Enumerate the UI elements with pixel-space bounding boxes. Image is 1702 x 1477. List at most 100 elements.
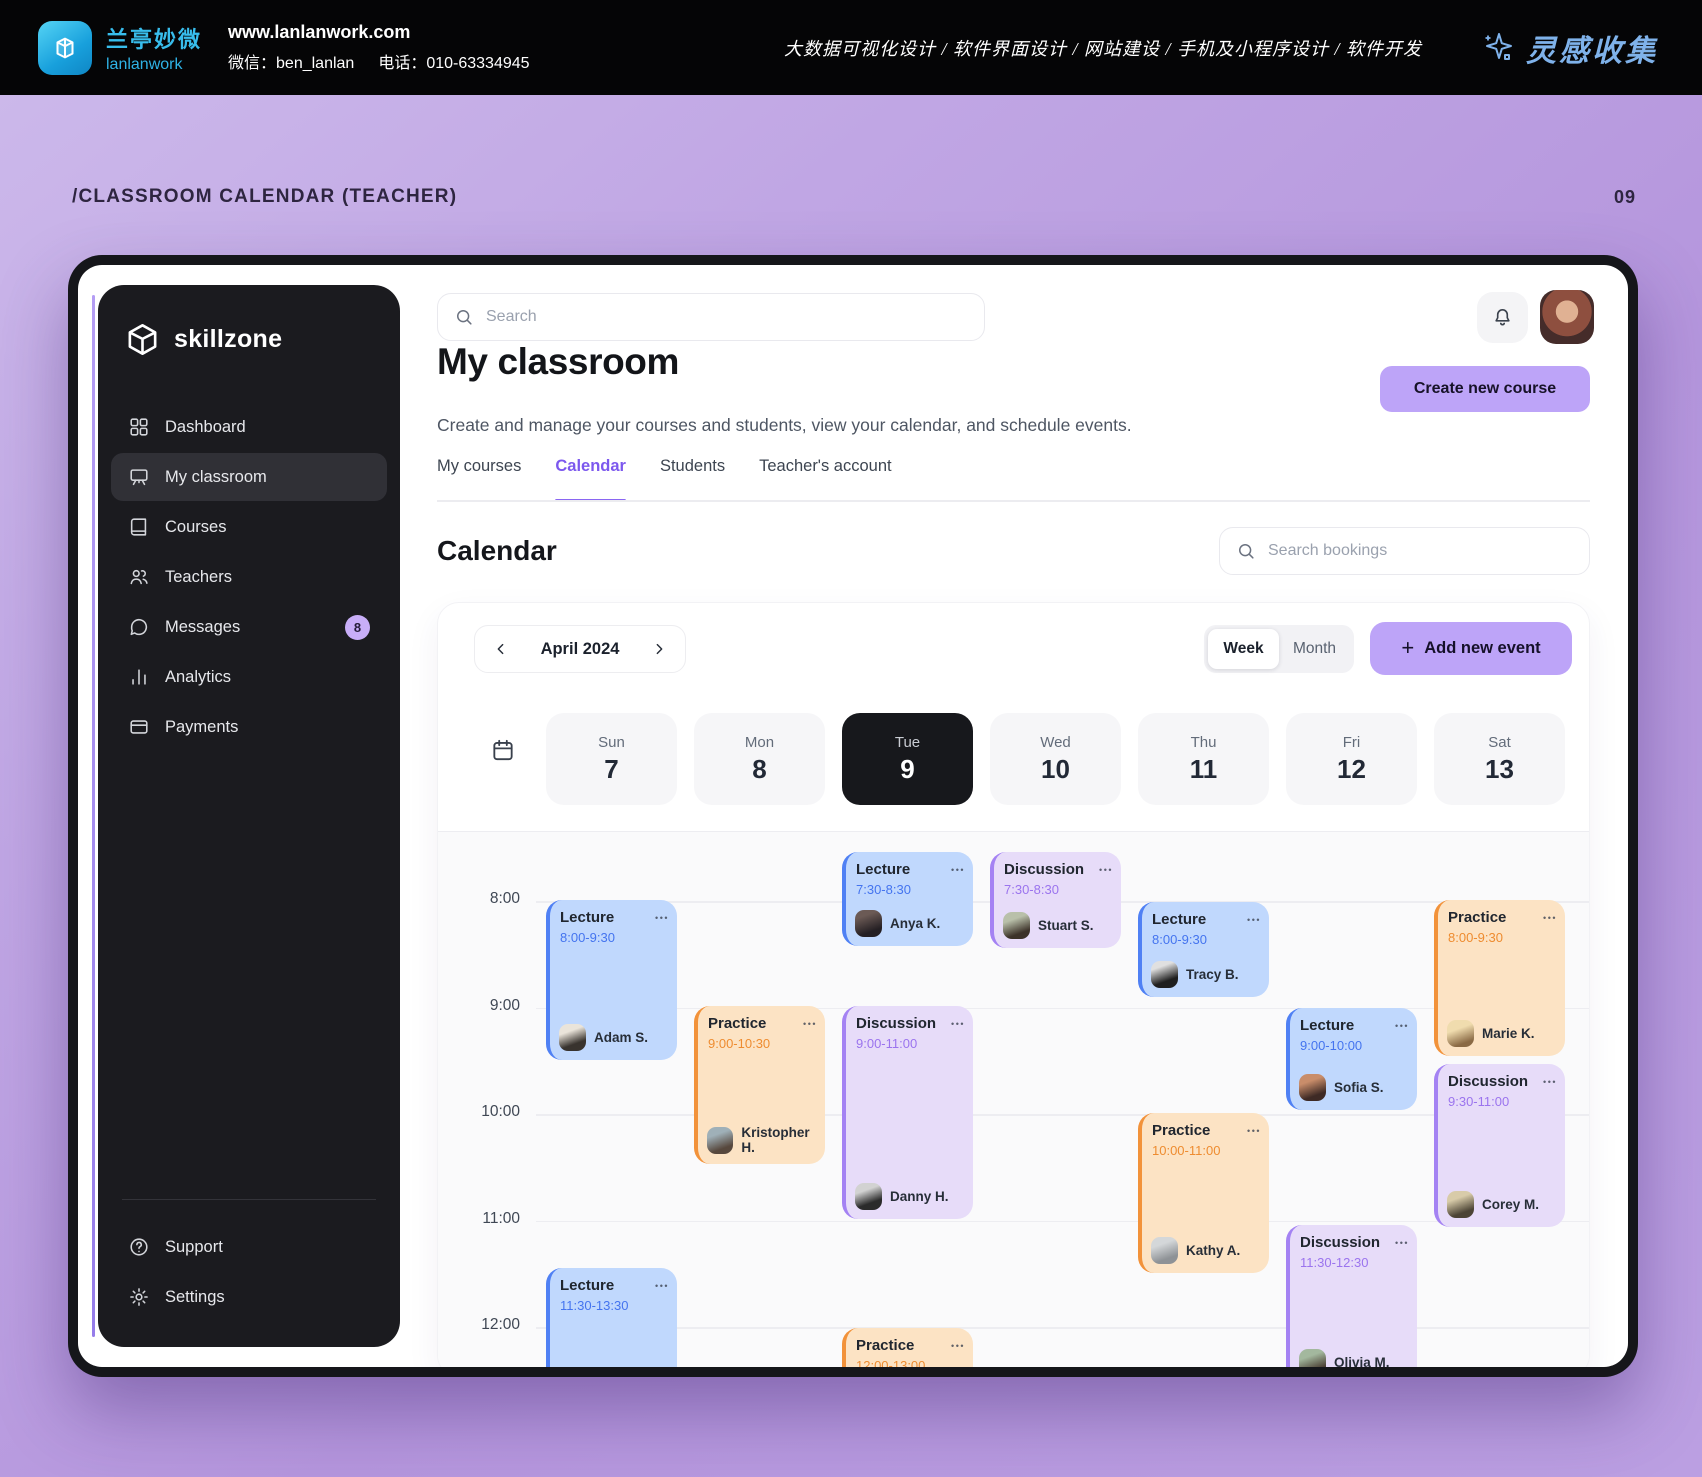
attendee-avatar <box>1151 961 1178 988</box>
sidebar-footer: Support Settings <box>111 1223 387 1321</box>
calendar-heading: Calendar <box>437 535 557 566</box>
discussion-event-sat-9-30-11-00[interactable]: Discussion ••• 9:30-11:00 Corey M. <box>1434 1064 1565 1227</box>
event-menu-icon[interactable]: ••• <box>1395 1238 1409 1248</box>
payments-icon <box>128 716 150 738</box>
tab-my-courses[interactable]: My courses <box>437 457 521 482</box>
create-new-course-button[interactable]: Create new course <box>1380 366 1590 412</box>
event-attendee: Sofia S. <box>1299 1074 1384 1101</box>
event-time: 7:30-8:30 <box>1004 882 1059 897</box>
sidebar-item-support[interactable]: Support <box>111 1223 387 1271</box>
notifications-button[interactable] <box>1477 292 1528 343</box>
tab-students[interactable]: Students <box>660 457 725 482</box>
discussion-event-tue-9-00-11-00[interactable]: Discussion ••• 9:00-11:00 Danny H. <box>842 1006 973 1219</box>
event-attendee: Kristopher H. <box>707 1125 825 1155</box>
sidebar-item-label: Support <box>165 1237 223 1256</box>
event-time: 9:30-11:00 <box>1448 1094 1510 1109</box>
sidebar-item-payments[interactable]: Payments <box>111 703 387 751</box>
event-time: 11:30-12:30 <box>1300 1255 1369 1270</box>
event-title: Discussion <box>1004 861 1085 878</box>
classroom-icon <box>128 466 150 488</box>
sidebar-item-analytics[interactable]: Analytics <box>111 653 387 701</box>
sidebar-nav: Dashboard My classroom Courses Teachers Mess… <box>111 403 387 751</box>
event-attendee: Olivia M. <box>1299 1349 1390 1367</box>
event-title: Practice <box>1152 1122 1211 1139</box>
bookings-search-input[interactable] <box>1268 542 1573 560</box>
search-input[interactable] <box>486 308 968 326</box>
event-menu-icon[interactable]: ••• <box>1247 915 1261 925</box>
sidebar-item-dashboard[interactable]: Dashboard <box>111 403 387 451</box>
event-attendee: Corey M. <box>1447 1191 1539 1218</box>
attendee-name: Danny H. <box>890 1189 949 1204</box>
sidebar-item-label: Courses <box>165 517 227 536</box>
tabs-divider <box>437 500 1590 502</box>
event-menu-icon[interactable]: ••• <box>1247 1126 1261 1136</box>
search-icon <box>1239 544 1254 559</box>
attendee-avatar <box>855 910 882 937</box>
attendee-name: Adam S. <box>594 1030 649 1045</box>
lecture-event-sun-11-30-13-30[interactable]: Lecture ••• 11:30-13:30 <box>546 1268 677 1367</box>
attendee-avatar <box>559 1024 586 1051</box>
practice-event-thu-10-00-11-00[interactable]: Practice ••• 10:00-11:00 Kathy A. <box>1138 1113 1269 1273</box>
courses-icon <box>128 516 150 538</box>
event-menu-icon[interactable]: ••• <box>655 1281 669 1291</box>
user-avatar[interactable] <box>1540 290 1594 344</box>
sidebar-item-settings[interactable]: Settings <box>111 1273 387 1321</box>
bell-icon <box>1495 309 1510 326</box>
event-title: Discussion <box>856 1015 937 1032</box>
attendee-avatar <box>1299 1074 1326 1101</box>
search-icon <box>457 310 472 325</box>
event-menu-icon[interactable]: ••• <box>1395 1021 1409 1031</box>
event-menu-icon[interactable]: ••• <box>951 865 965 875</box>
event-title: Discussion <box>1300 1234 1381 1251</box>
sidebar-divider <box>122 1199 376 1200</box>
sidebar-item-messages[interactable]: Messages 8 <box>111 603 387 651</box>
attendee-name: Kathy A. <box>1186 1243 1241 1258</box>
sidebar-item-courses[interactable]: Courses <box>111 503 387 551</box>
settings-icon <box>128 1286 150 1308</box>
sidebar-item-my-classroom[interactable]: My classroom <box>111 453 387 501</box>
practice-event-tue-12-00-13-00[interactable]: Practice ••• 12:00-13:00 <box>842 1328 973 1367</box>
practice-event-mon-9-00-10-30[interactable]: Practice ••• 9:00-10:30 Kristopher H. <box>694 1006 825 1164</box>
app-window: skillzone Dashboard My classroom Courses Te… <box>68 255 1638 1377</box>
sidebar-item-label: Teachers <box>165 567 232 586</box>
attendee-avatar <box>1151 1237 1178 1264</box>
event-menu-icon[interactable]: ••• <box>951 1019 965 1029</box>
brand-name: 兰亭妙微 lanlanwork <box>106 22 202 74</box>
discussion-event-wed-7-30-8-30[interactable]: Discussion ••• 7:30-8:30 Stuart S. <box>990 852 1121 948</box>
event-time: 8:00-9:30 <box>1448 930 1503 945</box>
event-menu-icon[interactable]: ••• <box>655 913 669 923</box>
global-search[interactable] <box>437 293 985 341</box>
event-menu-icon[interactable]: ••• <box>1543 913 1557 923</box>
tabs: My courses Calendar Students Teacher's acco… <box>437 457 892 502</box>
event-menu-icon[interactable]: ••• <box>803 1019 817 1029</box>
sidebar-item-label: Dashboard <box>165 417 246 436</box>
event-menu-icon[interactable]: ••• <box>1543 1077 1557 1087</box>
contact-info: www.lanlanwork.com 微信：ben_lanlan 电话：010-… <box>228 22 530 73</box>
unread-count-badge: 8 <box>345 614 370 640</box>
tab-calendar[interactable]: Calendar <box>555 457 626 502</box>
lecture-event-thu-8-00-9-30[interactable]: Lecture ••• 8:00-9:30 Tracy B. <box>1138 902 1269 997</box>
skillzone-logo: skillzone <box>124 321 282 358</box>
sidebar-item-label: My classroom <box>165 467 267 486</box>
event-menu-icon[interactable]: ••• <box>951 1341 965 1351</box>
skillzone-logo-text: skillzone <box>174 325 283 353</box>
event-menu-icon[interactable]: ••• <box>1099 865 1113 875</box>
phone-number: 电话：010-63334945 <box>378 55 530 72</box>
event-time: 12:00-13:00 <box>856 1358 926 1367</box>
page-title: My classroom <box>437 341 679 382</box>
discussion-event-fri-11-30-12-30[interactable]: Discussion ••• 11:30-12:30 Olivia M. <box>1286 1225 1417 1367</box>
tab-teacher-s-account[interactable]: Teacher's account <box>759 457 891 482</box>
dashboard-icon <box>128 416 150 438</box>
event-attendee: Tracy B. <box>1151 961 1239 988</box>
lecture-event-tue-7-30-8-30[interactable]: Lecture ••• 7:30-8:30 Anya K. <box>842 852 973 946</box>
lecture-event-sun-8-00-9-30[interactable]: Lecture ••• 8:00-9:30 Adam S. <box>546 900 677 1060</box>
messages-icon <box>128 616 150 638</box>
brand-english: lanlanwork <box>106 55 183 73</box>
lecture-event-fri-9-00-10-00[interactable]: Lecture ••• 9:00-10:00 Sofia S. <box>1286 1008 1417 1110</box>
event-time: 9:00-10:00 <box>1300 1038 1363 1053</box>
bookings-search[interactable] <box>1219 527 1590 575</box>
event-title: Lecture <box>1300 1017 1355 1034</box>
sidebar-item-teachers[interactable]: Teachers <box>111 553 387 601</box>
practice-event-sat-8-00-9-30[interactable]: Practice ••• 8:00-9:30 Marie K. <box>1434 900 1565 1056</box>
website-url: www.lanlanwork.com <box>228 22 411 42</box>
